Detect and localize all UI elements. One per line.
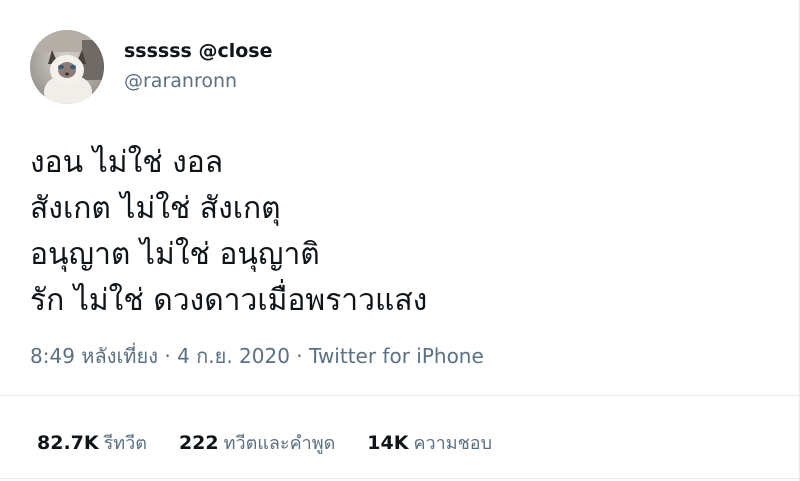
tweet-header: ssssss @close @raranronn (30, 30, 273, 104)
divider (0, 478, 800, 479)
retweets-count: 82.7K (37, 432, 99, 454)
display-name[interactable]: ssssss @close (124, 38, 273, 64)
meta-separator: · (157, 344, 178, 368)
meta-separator: · (289, 344, 310, 368)
quotes-label: ทวีตและคำพูด (223, 433, 336, 454)
tweet-line: รัก ไม่ใช่ ดวงดาวเมื่อพราวแสง (30, 283, 428, 318)
tweet-card: ssssss @close @raranronn งอน ไม่ใช่ งอล … (0, 0, 800, 481)
retweets-label: รีทวีต (103, 433, 147, 454)
likes-stat[interactable]: 14K ความชอบ (367, 428, 492, 457)
quotes-stat[interactable]: 222 ทวีตและคำพูด (179, 428, 335, 457)
tweet-line: สังเกต ไม่ใช่ สังเกตุ (30, 191, 281, 226)
tweet-source[interactable]: Twitter for iPhone (309, 344, 484, 368)
avatar[interactable] (30, 30, 104, 104)
tweet-time[interactable]: 8:49 หลังเที่ยง (30, 344, 158, 368)
tweet-meta: 8:49 หลังเที่ยง · 4 ก.ย. 2020 · Twitter … (30, 340, 484, 372)
divider (0, 395, 800, 396)
cat-avatar-icon (30, 30, 104, 104)
retweets-stat[interactable]: 82.7K รีทวีต (37, 428, 147, 457)
likes-count: 14K (367, 432, 409, 454)
user-names: ssssss @close @raranronn (124, 38, 273, 94)
tweet-line: งอน ไม่ใช่ งอล (30, 145, 224, 180)
quotes-count: 222 (178, 432, 219, 454)
tweet-date[interactable]: 4 ก.ย. 2020 (177, 344, 290, 368)
tweet-text: งอน ไม่ใช่ งอล สังเกต ไม่ใช่ สังเกตุ อนุ… (30, 140, 427, 324)
tweet-stats: 82.7K รีทวีต 222 ทวีตและคำพูด 14K ความชอ… (37, 428, 524, 457)
user-handle[interactable]: @raranronn (124, 68, 273, 94)
tweet-line: อนุญาต ไม่ใช่ อนุญาติ (30, 237, 320, 272)
likes-label: ความชอบ (413, 433, 493, 454)
